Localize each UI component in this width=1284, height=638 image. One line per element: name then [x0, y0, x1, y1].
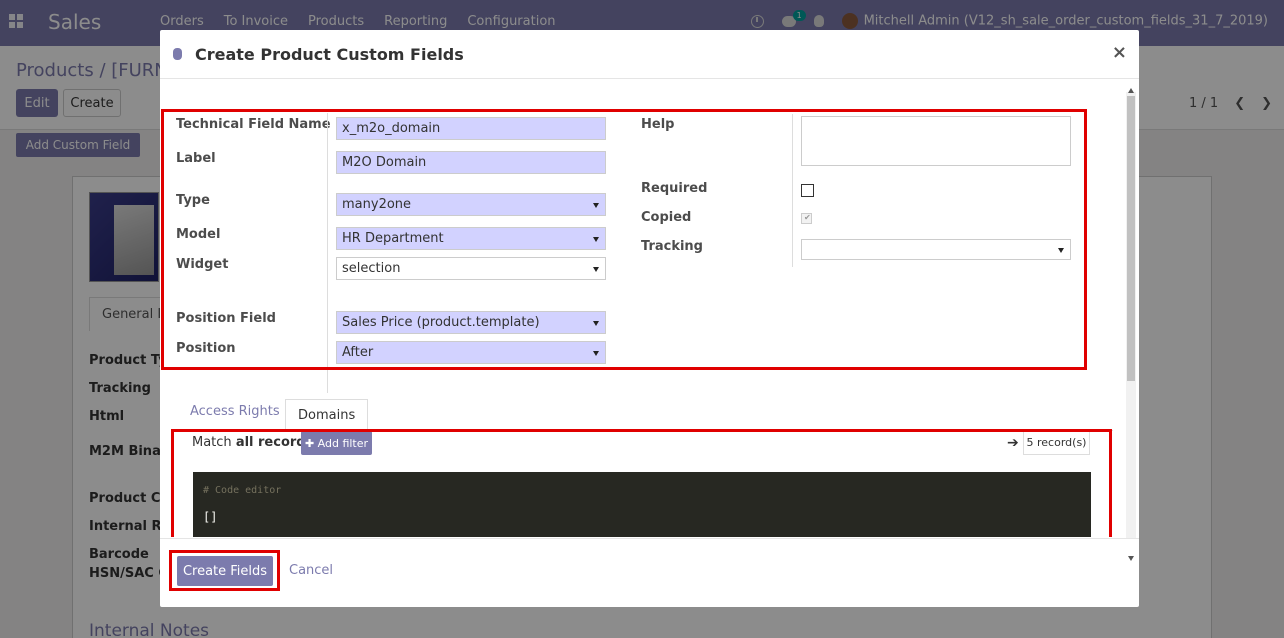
create-fields-button[interactable]: Create Fields: [177, 556, 273, 586]
highlight-domain-box: [171, 429, 1112, 537]
create-custom-fields-dialog: Create Product Custom Fields × Technical…: [160, 30, 1139, 607]
modal-body: Technical Field Name x_m2o_domain Label …: [160, 90, 1127, 537]
bug-icon: [173, 48, 182, 60]
cancel-button[interactable]: Cancel: [289, 563, 333, 578]
modal-scrollbar[interactable]: [1126, 88, 1136, 561]
modal-header: Create Product Custom Fields ×: [160, 30, 1139, 79]
highlight-fields-box: [161, 109, 1087, 370]
scroll-up-icon[interactable]: [1128, 88, 1134, 93]
modal-footer: Create Fields Cancel: [160, 538, 1139, 607]
tab-access-rights[interactable]: Access Rights: [178, 396, 292, 427]
modal-title: Create Product Custom Fields: [195, 45, 464, 64]
scrollbar-thumb[interactable]: [1127, 96, 1135, 381]
tab-domains[interactable]: Domains: [285, 399, 369, 430]
close-icon[interactable]: ×: [1112, 42, 1127, 63]
